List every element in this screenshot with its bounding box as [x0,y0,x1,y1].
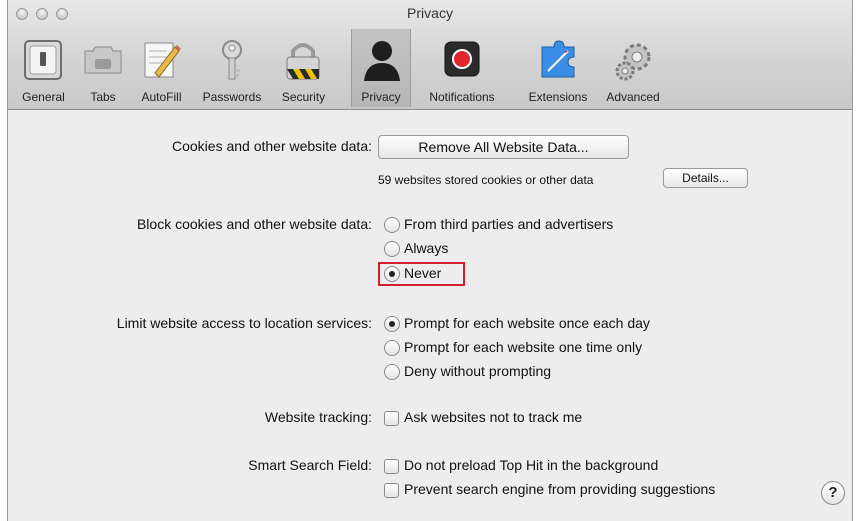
remove-all-website-data-button[interactable]: Remove All Website Data... [378,135,629,159]
red-record-icon [444,41,480,77]
window-title: Privacy [407,5,453,21]
radio-prompt-once-each-day[interactable] [384,316,400,332]
tab-passwords[interactable]: Passwords [196,29,268,107]
checkbox-no-preload-top-hit[interactable] [384,459,399,474]
tab-advanced[interactable]: Advanced [600,29,666,107]
block-cookies-label: Block cookies and other website data: [136,216,372,232]
help-button[interactable]: ? [821,481,845,505]
tab-label: Notifications [429,90,495,104]
option-deny-without-prompting-label: Deny without prompting [404,363,552,379]
radio-third-parties[interactable] [384,217,400,233]
stored-cookies-text: 59 websites stored cookies or other data [378,173,594,187]
highlight-box [378,262,465,286]
tab-label: Extensions [528,90,588,104]
tab-label: General [22,90,65,104]
option-always-label: Always [404,240,449,256]
tab-security[interactable]: Security [270,29,337,107]
switch-icon [24,40,62,80]
gears-icon [615,43,651,81]
tab-privacy[interactable]: Privacy [351,29,411,107]
privacy-pane: Cookies and other website data: Remove A… [8,110,852,521]
tab-label: AutoFill [141,90,182,104]
title-bar: Privacy General Tabs AutoFill Passwords … [8,0,852,110]
option-third-parties-label: From third parties and advertisers [404,216,614,232]
tab-label: Privacy [361,90,401,104]
tab-autofill[interactable]: AutoFill [130,29,193,107]
checkbox-prevent-suggestions[interactable] [384,483,399,498]
cookies-label: Cookies and other website data: [171,138,372,154]
tab-label: Tabs [90,90,116,104]
key-icon [222,40,242,80]
tab-label: Advanced [606,90,660,104]
smart-search-label: Smart Search Field: [248,457,372,473]
details-button[interactable]: Details... [663,168,748,188]
tab-general[interactable]: General [11,29,76,107]
tab-extensions[interactable]: Extensions [517,29,599,107]
checkbox-do-not-track[interactable] [384,411,399,426]
tabs-icon [84,46,122,74]
radio-always[interactable] [384,241,400,257]
website-tracking-label: Website tracking: [264,409,372,425]
padlock-icon [286,43,320,80]
option-no-preload-top-hit-label: Do not preload Top Hit in the background [404,457,659,473]
tab-tabs[interactable]: Tabs [79,29,127,107]
pencil-form-icon [144,42,181,78]
option-prevent-suggestions-label: Prevent search engine from providing sug… [404,481,716,497]
tab-notifications[interactable]: Notifications [415,29,509,107]
tab-label: Security [281,90,326,104]
radio-deny-without-prompting[interactable] [384,364,400,380]
puzzle-compass-icon [541,40,575,78]
tab-label: Passwords [202,90,262,104]
preferences-window: Privacy General Tabs AutoFill Passwords … [7,0,853,521]
option-do-not-track-label: Ask websites not to track me [404,409,583,425]
option-prompt-one-time-only-label: Prompt for each website one time only [404,339,643,355]
person-silhouette-icon [364,41,400,81]
radio-prompt-one-time-only[interactable] [384,340,400,356]
option-prompt-once-each-day-label: Prompt for each website once each day [404,315,650,331]
location-services-label: Limit website access to location service… [116,315,372,331]
